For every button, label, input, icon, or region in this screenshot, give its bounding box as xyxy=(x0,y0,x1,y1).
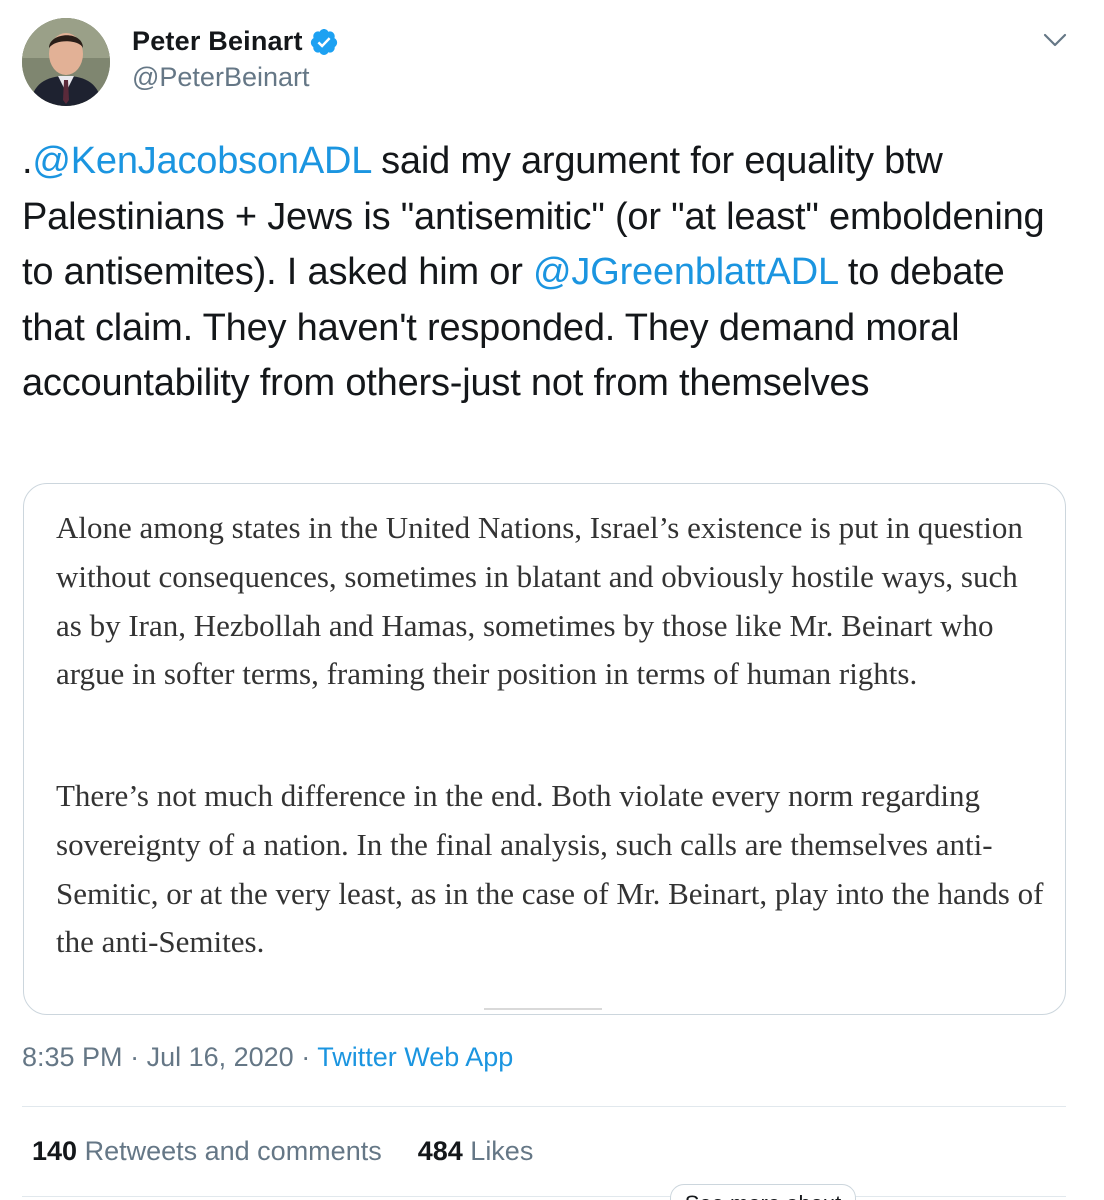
avatar[interactable] xyxy=(22,18,110,106)
tweet-date[interactable]: Jul 16, 2020 xyxy=(147,1042,294,1072)
quote-divider xyxy=(484,1008,602,1010)
retweets-count: 140 xyxy=(32,1136,78,1166)
retweets-stat[interactable]: 140 Retweets and comments xyxy=(32,1136,382,1167)
attached-image-card[interactable]: Alone among states in the United Nations… xyxy=(23,483,1066,1015)
tweet-text: .@KenJacobsonADL said my argument for eq… xyxy=(22,134,1062,412)
see-more-tab[interactable]: See more about xyxy=(670,1184,856,1200)
meta-separator: · xyxy=(293,1042,318,1072)
author-name-row: Peter Beinart xyxy=(132,26,339,57)
profile-photo-icon xyxy=(22,18,110,106)
likes-count: 484 xyxy=(417,1136,463,1166)
author-display-name[interactable]: Peter Beinart xyxy=(132,26,303,57)
mention-link-kenjacobsonadl[interactable]: @KenJacobsonADL xyxy=(32,140,371,182)
tweet-time[interactable]: 8:35 PM xyxy=(22,1042,123,1072)
chevron-down-icon[interactable] xyxy=(1042,30,1068,50)
tweet-stats: 140 Retweets and comments 484 Likes xyxy=(32,1136,569,1167)
tweet-source-link[interactable]: Twitter Web App xyxy=(317,1042,513,1072)
tweet-meta: 8:35 PM · Jul 16, 2020 · Twitter Web App xyxy=(22,1042,513,1073)
quote-paragraph-2: There’s not much difference in the end. … xyxy=(56,778,1044,960)
likes-label: Likes xyxy=(470,1136,534,1166)
author-handle[interactable]: @PeterBeinart xyxy=(132,62,310,93)
retweets-label: Retweets and comments xyxy=(84,1136,382,1166)
divider xyxy=(22,1106,1066,1107)
meta-separator: · xyxy=(122,1042,147,1072)
divider xyxy=(22,1196,1066,1197)
tweet-detail: Peter Beinart @PeterBeinart .@KenJacobso… xyxy=(0,0,1104,1200)
mention-link-jgreenblattadl[interactable]: @JGreenblattADL xyxy=(533,251,838,293)
quote-paragraph-1: Alone among states in the United Nations… xyxy=(56,510,1023,692)
tweet-text-segment: . xyxy=(22,140,33,182)
verified-badge-icon xyxy=(310,28,337,55)
likes-stat[interactable]: 484 Likes xyxy=(418,1136,534,1167)
